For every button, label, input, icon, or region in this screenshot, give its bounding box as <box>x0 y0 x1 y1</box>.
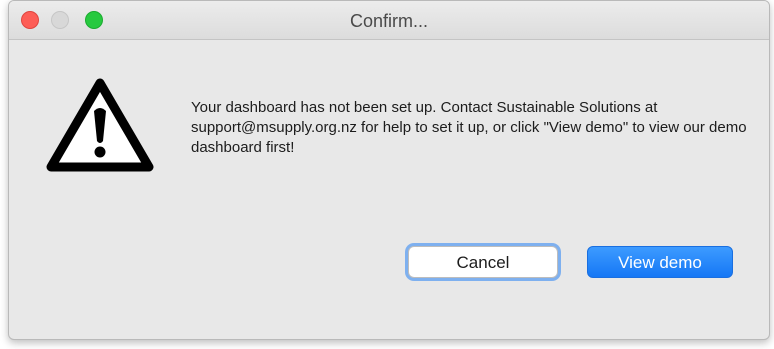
warning-icon <box>46 78 154 172</box>
confirm-dialog-window: Confirm... Your dashboard has not been s… <box>8 0 770 340</box>
cancel-button[interactable]: Cancel <box>408 246 558 278</box>
dialog-message: Your dashboard has not been set up. Cont… <box>191 99 747 156</box>
title-bar[interactable]: Confirm... <box>9 1 769 40</box>
window-title: Confirm... <box>349 11 428 31</box>
view-demo-button[interactable]: View demo <box>587 246 733 278</box>
